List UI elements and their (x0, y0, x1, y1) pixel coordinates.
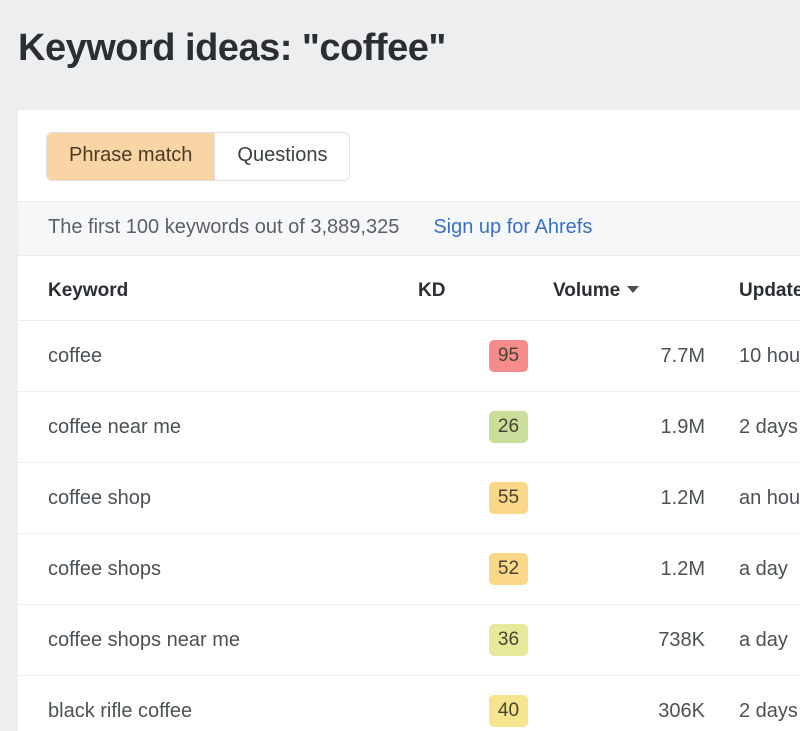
info-bar: The first 100 keywords out of 3,889,325 S… (18, 201, 800, 256)
column-header-keyword[interactable]: Keyword (18, 256, 418, 321)
column-header-updated[interactable]: Updated (721, 256, 800, 321)
tab-questions[interactable]: Questions (214, 133, 349, 180)
cell-keyword[interactable]: coffee shop (18, 463, 418, 534)
kd-badge: 26 (489, 411, 528, 443)
cell-updated: a day (721, 534, 800, 605)
keyword-ideas-card: Phrase match Questions The first 100 key… (18, 110, 800, 731)
table-row[interactable]: coffee shop 55 1.2Man hour (18, 463, 800, 534)
kd-badge: 36 (489, 624, 528, 656)
kd-badge: 55 (489, 482, 528, 514)
cell-kd: 40 (418, 676, 553, 731)
cell-updated: 2 days (721, 676, 800, 731)
caret-down-icon (627, 286, 639, 293)
cell-keyword[interactable]: coffee shops near me (18, 605, 418, 676)
cell-keyword[interactable]: black rifle coffee (18, 676, 418, 731)
cell-kd: 52 (418, 534, 553, 605)
kd-badge: 40 (489, 695, 528, 727)
cell-kd: 95 (418, 321, 553, 392)
table-header-row: Keyword KD Volume Updated (18, 256, 800, 321)
keyword-table: Keyword KD Volume Updated coffee 95 7.7M10… (18, 256, 800, 731)
table-row[interactable]: coffee shops near me 36 738Ka day (18, 605, 800, 676)
cell-keyword[interactable]: coffee (18, 321, 418, 392)
cell-volume: 306K (553, 676, 721, 731)
column-header-volume[interactable]: Volume (553, 256, 721, 321)
column-header-volume-label: Volume (553, 280, 620, 301)
tab-group: Phrase match Questions (46, 132, 350, 181)
cell-kd: 36 (418, 605, 553, 676)
cell-updated: a day (721, 605, 800, 676)
cell-keyword[interactable]: coffee shops (18, 534, 418, 605)
table-row[interactable]: coffee near me 26 1.9M2 days (18, 392, 800, 463)
tabs-bar: Phrase match Questions (18, 110, 800, 201)
keyword-count-text: The first 100 keywords out of 3,889,325 (48, 216, 399, 238)
signup-link[interactable]: Sign up for Ahrefs (433, 216, 592, 238)
cell-kd: 26 (418, 392, 553, 463)
kd-badge: 95 (489, 340, 528, 372)
table-row[interactable]: coffee 95 7.7M10 hours (18, 321, 800, 392)
table-row[interactable]: coffee shops 52 1.2Ma day (18, 534, 800, 605)
cell-volume: 7.7M (553, 321, 721, 392)
cell-keyword[interactable]: coffee near me (18, 392, 418, 463)
cell-volume: 1.2M (553, 534, 721, 605)
cell-volume: 1.2M (553, 463, 721, 534)
cell-updated: an hour (721, 463, 800, 534)
cell-kd: 55 (418, 463, 553, 534)
cell-updated: 2 days (721, 392, 800, 463)
cell-volume: 738K (553, 605, 721, 676)
table-body: coffee 95 7.7M10 hours coffee near me 26 1.9M… (18, 321, 800, 731)
table-row[interactable]: black rifle coffee 40 306K2 days (18, 676, 800, 731)
cell-volume: 1.9M (553, 392, 721, 463)
tab-phrase-match[interactable]: Phrase match (47, 133, 214, 180)
column-header-kd[interactable]: KD (418, 256, 553, 321)
kd-badge: 52 (489, 553, 528, 585)
cell-updated: 10 hours (721, 321, 800, 392)
table-header: Keyword KD Volume Updated (18, 256, 800, 321)
page-title: Keyword ideas: "coffee" (0, 0, 800, 72)
